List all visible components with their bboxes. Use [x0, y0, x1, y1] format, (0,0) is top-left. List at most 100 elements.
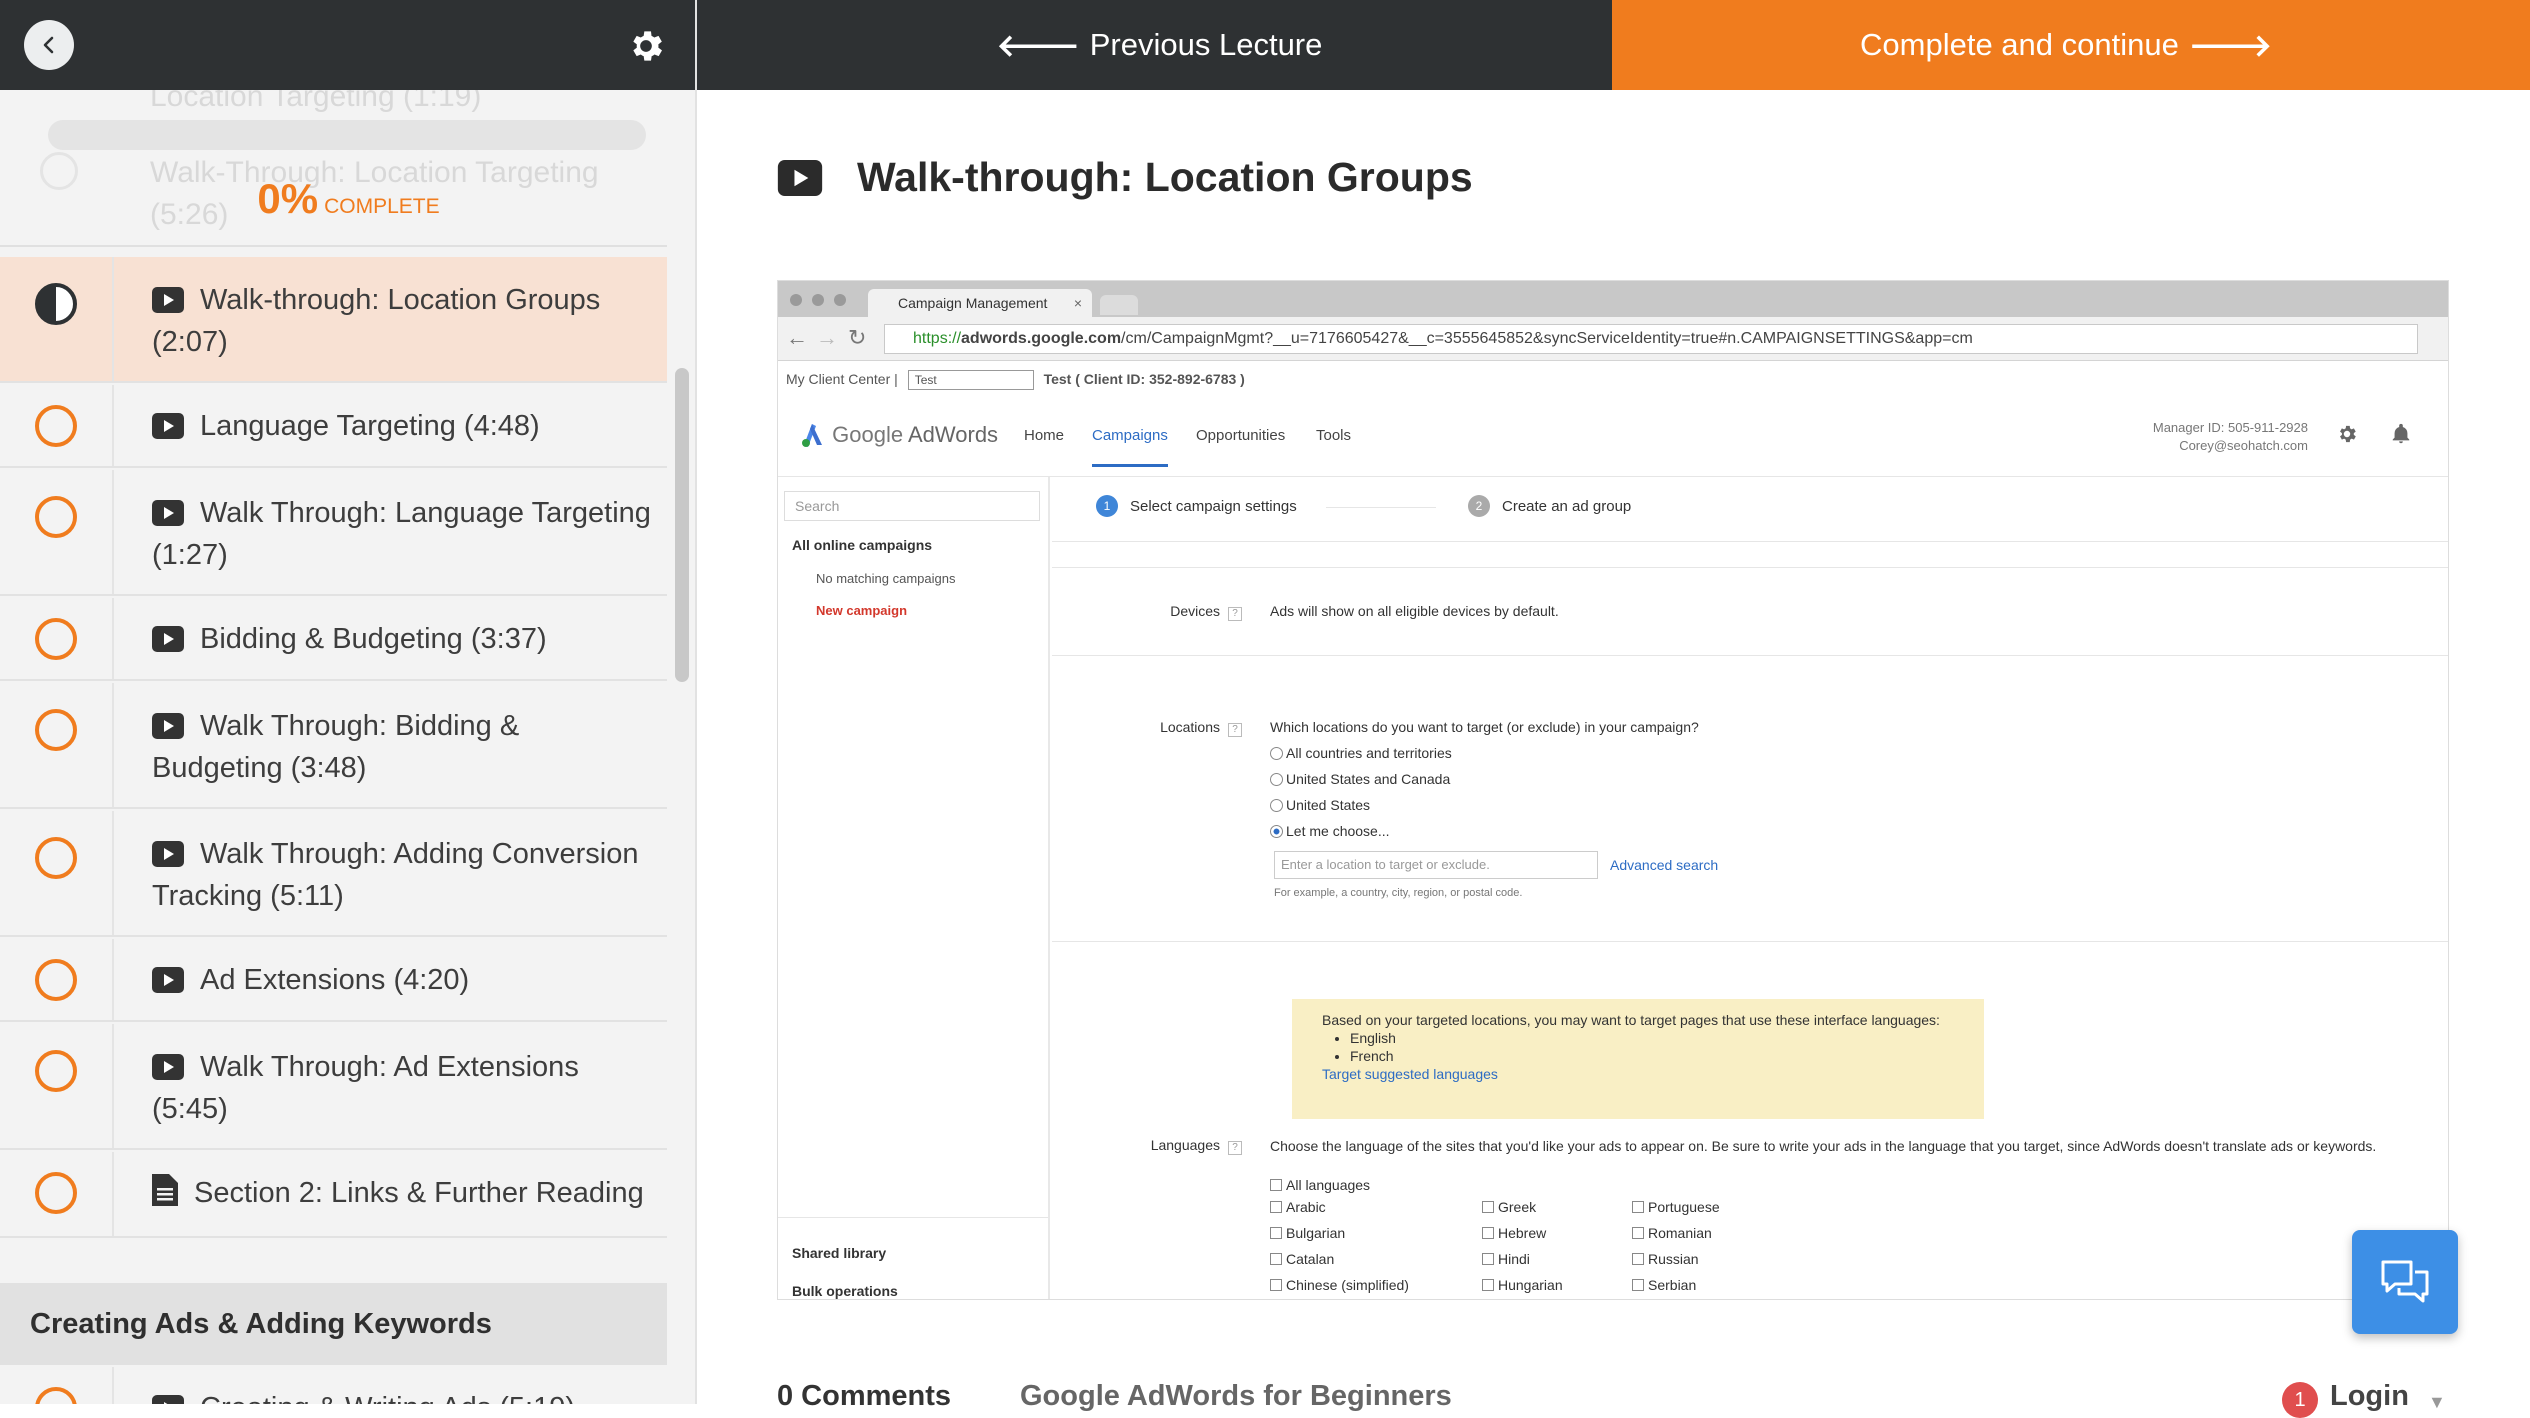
browser-tab-strip: Campaign Management ×: [778, 281, 2448, 317]
reload-icon: ↻: [848, 325, 867, 350]
status-cell: [0, 598, 114, 679]
chevron-down-icon[interactable]: ▼: [2428, 1392, 2446, 1413]
adwords-header: Google AdWords Home Campaigns Opportunit…: [778, 397, 2448, 477]
progress-label: COMPLETE: [324, 195, 440, 218]
lecture-title: Walk-through: Location Groups (2:07): [152, 284, 601, 358]
incomplete-icon: [35, 618, 77, 660]
url-field: https://adwords.google.com/cm/CampaignMg…: [884, 324, 2418, 354]
adwords-logo: Google AdWords: [800, 421, 998, 448]
video-icon: [152, 500, 184, 526]
comments-course-tab[interactable]: Google AdWords for Beginners: [1020, 1380, 1452, 1413]
chat-button[interactable]: [2352, 1230, 2458, 1334]
adwords-logo-icon: [802, 424, 822, 447]
campaign-settings-form: 1 Select campaign settings 2 Create an ad …: [1052, 477, 2448, 1299]
lecture-item[interactable]: Walk Through: Bidding & Budgeting (3:48): [0, 683, 667, 809]
video-icon: [152, 967, 184, 993]
aw-nav-opportunities: Opportunities: [1196, 427, 1286, 444]
incomplete-icon: [35, 1387, 77, 1404]
language-suggestion-tip: Based on your targeted locations, you ma…: [1292, 999, 1984, 1119]
section-header: Creating Ads & Adding Keywords: [0, 1283, 667, 1365]
lecture-item[interactable]: Creating & Writing Ads (5:19): [0, 1367, 667, 1404]
video-icon: [152, 841, 184, 867]
arrow-right-icon: →: [816, 325, 838, 350]
incomplete-icon: [35, 405, 77, 447]
bell-icon: [2392, 423, 2410, 444]
incomplete-icon: [35, 709, 77, 751]
gear-icon: [2340, 425, 2356, 443]
incomplete-icon: [35, 959, 77, 1001]
window-dot: [834, 294, 846, 306]
location-input: Enter a location to target or exclude.: [1274, 851, 1598, 879]
status-cell: [0, 1367, 114, 1404]
aw-nav-home: Home: [1024, 427, 1065, 444]
close-icon: ×: [1073, 295, 1082, 311]
lecture-title: Walk Through: Bidding & Budgeting (3:48): [152, 710, 520, 784]
lecture-title: Walk Through: Adding Conversion Tracking…: [152, 838, 639, 912]
status-cell: [0, 385, 114, 466]
lecture-heading: Walk-through: Location Groups: [777, 154, 1473, 201]
client-center-bar: My Client Center | Test Test ( Client ID…: [778, 361, 2448, 397]
lecture-item[interactable]: Section 2: Links & Further Reading: [0, 1152, 667, 1238]
faded-lecture: Location Targeting (1:19): [150, 90, 482, 113]
browser-tab: Campaign Management ×: [868, 289, 1092, 317]
settings-button[interactable]: [622, 22, 670, 70]
status-cell: [0, 939, 114, 1020]
aw-nav-campaigns: Campaigns: [1092, 427, 1168, 467]
video-icon: [152, 626, 184, 652]
half-complete-icon: [35, 283, 77, 325]
advanced-search-link: Advanced search: [1610, 857, 1719, 873]
login-button[interactable]: Login: [2330, 1380, 2409, 1413]
incomplete-icon: [35, 496, 77, 538]
video-icon: [777, 159, 823, 196]
account-select: Test: [907, 370, 1034, 391]
chat-icon: [2381, 1260, 2429, 1303]
previous-lecture-button[interactable]: 🡐 Previous Lecture: [697, 0, 1612, 90]
gear-icon: [633, 31, 662, 61]
arrow-left-icon: ←: [786, 325, 808, 350]
back-button[interactable]: [24, 20, 74, 70]
account-info: Manager ID: 505-911-2928 Corey@seohatch.…: [2152, 420, 2308, 453]
course-progress: Location Targeting (1:19) Walk-Through: …: [0, 90, 667, 247]
lecture-item[interactable]: Bidding & Budgeting (3:37): [0, 598, 667, 681]
lecture-title: Ad Extensions (4:20): [152, 959, 657, 1001]
status-cell: [0, 1024, 114, 1148]
lecture-title: Walk Through: Language Targeting (1:27): [152, 497, 651, 571]
lecture-item[interactable]: Walk Through: Adding Conversion Tracking…: [0, 811, 667, 937]
window-dot: [812, 294, 824, 306]
chevron-left-icon: [43, 36, 54, 54]
document-icon: [152, 1174, 178, 1206]
status-cell: [0, 470, 114, 594]
video-icon: [152, 1395, 184, 1404]
sidebar-header: [0, 0, 695, 90]
status-cell: [0, 257, 114, 381]
status-cell: [0, 683, 114, 807]
lecture-item[interactable]: Walk-through: Location Groups (2:07): [0, 257, 667, 383]
comments-count[interactable]: 0 Comments: [777, 1380, 951, 1413]
lecture-title: Section 2: Links & Further Reading: [152, 1172, 657, 1214]
status-cell: [0, 1152, 114, 1236]
step-1: 1 Select campaign settings: [1096, 495, 1297, 517]
progress-bar: [48, 120, 646, 150]
lecture-item[interactable]: Walk Through: Ad Extensions (5:45): [0, 1024, 667, 1150]
video-player[interactable]: Campaign Management × ← → ↻ https://adwor…: [777, 280, 2449, 1300]
progress-text: 0% COMPLETE: [0, 175, 667, 223]
step-2: 2 Create an ad group: [1468, 495, 1631, 517]
video-icon: [152, 1054, 184, 1080]
lecture-title: Walk Through: Ad Extensions (5:45): [152, 1051, 579, 1125]
sidebar-scrollbar[interactable]: [675, 368, 689, 682]
incomplete-icon: [35, 837, 77, 879]
video-icon: [152, 713, 184, 739]
lecture-item[interactable]: Ad Extensions (4:20): [0, 939, 667, 1022]
incomplete-icon: [35, 1172, 77, 1214]
complete-continue-button[interactable]: Complete and continue 🡒: [1612, 0, 2530, 90]
campaign-search: Search: [784, 491, 1040, 521]
progress-percent: 0%: [257, 175, 319, 222]
video-icon: [152, 287, 184, 313]
aw-nav-tools: Tools: [1316, 427, 1352, 444]
arrow-right-icon: 🡒: [2188, 27, 2272, 63]
lecture-item[interactable]: Language Targeting (4:48): [0, 385, 667, 468]
lecture-item[interactable]: Walk Through: Language Targeting (1:27): [0, 470, 667, 596]
lecture-title: Creating & Writing Ads (5:19): [152, 1387, 657, 1404]
lecture-title: Language Targeting (4:48): [152, 405, 657, 447]
window-dot: [790, 294, 802, 306]
